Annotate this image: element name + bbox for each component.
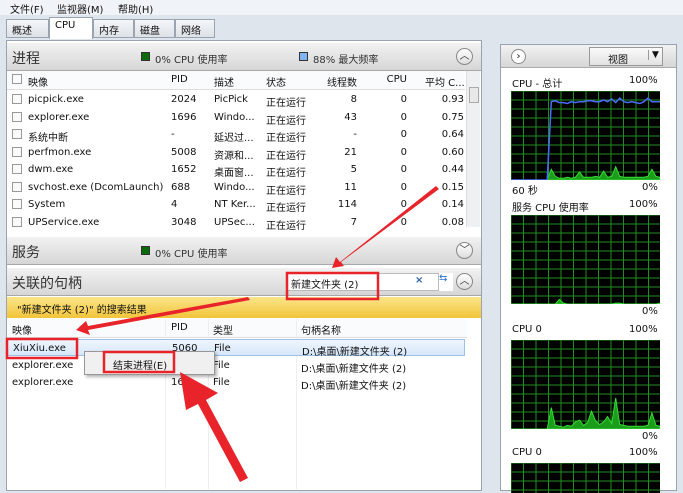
annotation-overlay (5, 186, 439, 482)
annotation-arrow-2 (76, 297, 250, 335)
annotation-box-search (285, 271, 380, 301)
annotation-arrow-3 (180, 372, 248, 482)
annotation-arrow-1 (332, 186, 439, 268)
annotation-box-xiuxiu (5, 337, 79, 360)
annotation-box-end-process (102, 350, 176, 374)
